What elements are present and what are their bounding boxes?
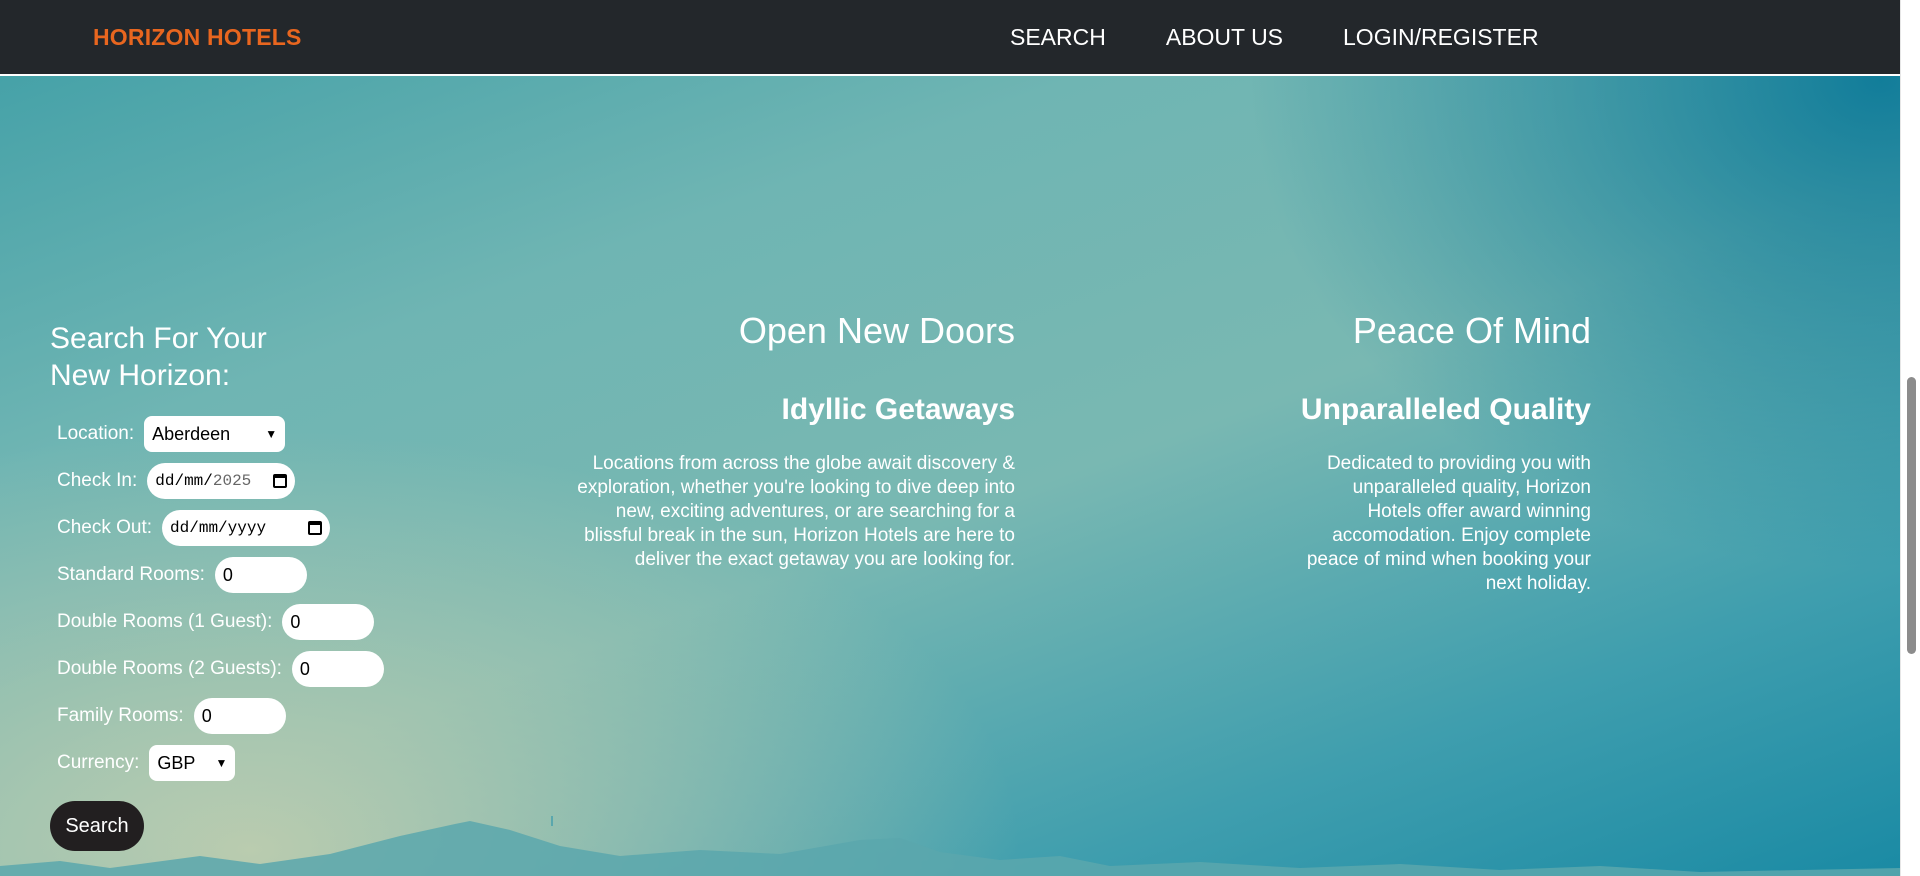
feature-body: Dedicated to providing you with unparall…: [1306, 453, 1591, 594]
search-title: Search For Your New Horizon:: [50, 322, 267, 392]
location-row: Location: Aberdeen ▼: [57, 415, 384, 453]
feature-heading: Peace Of Mind: [1352, 310, 1591, 351]
nav-link-about-us[interactable]: ABOUT US: [1166, 24, 1283, 51]
feature-peace-of-mind: Peace Of Mind Unparalleled Quality Dedic…: [1300, 308, 1591, 596]
feature-subheading: Idyllic Getaways: [781, 393, 1015, 426]
search-button[interactable]: Search: [50, 801, 144, 851]
calendar-icon[interactable]: [273, 474, 288, 488]
scrollbar-thumb[interactable]: [1907, 377, 1916, 654]
double-rooms-1-row: Double Rooms (1 Guest): 0: [57, 603, 384, 641]
brand-logo[interactable]: HORIZON HOTELS: [93, 24, 302, 51]
location-value: Aberdeen: [152, 423, 231, 444]
double-rooms-1-input[interactable]: 0: [282, 604, 375, 640]
feature-subheading: Unparalleled Quality: [1300, 393, 1591, 426]
search-panel: Search For Your New Horizon: Location: A…: [50, 320, 384, 851]
currency-select[interactable]: GBP ▼: [149, 745, 236, 781]
vertical-scrollbar[interactable]: [1900, 0, 1920, 876]
location-select[interactable]: Aberdeen ▼: [144, 416, 286, 452]
nav-links: SEARCH ABOUT US LOGIN/REGISTER: [1010, 24, 1599, 51]
check-in-label: Check In:: [57, 470, 138, 491]
family-rooms-input[interactable]: 0: [193, 698, 286, 734]
calendar-icon[interactable]: [308, 521, 323, 535]
top-navbar: HORIZON HOTELS SEARCH ABOUT US LOGIN/REG…: [0, 0, 1900, 76]
double-rooms-2-row: Double Rooms (2 Guests): 0: [57, 650, 384, 688]
check-in-date-value: dd/mm/2025: [155, 472, 252, 490]
double-rooms-2-label: Double Rooms (2 Guests):: [57, 658, 282, 679]
standard-rooms-row: Standard Rooms: 0: [57, 556, 384, 594]
double-rooms-1-label: Double Rooms (1 Guest):: [57, 611, 273, 632]
nav-link-login-register[interactable]: LOGIN/REGISTER: [1343, 24, 1539, 51]
standard-rooms-input[interactable]: 0: [214, 557, 307, 593]
check-in-date-input[interactable]: dd/mm/2025: [147, 463, 296, 499]
currency-row: Currency: GBP ▼: [57, 744, 384, 782]
chevron-down-icon: ▼: [265, 427, 278, 441]
chevron-down-icon: ▼: [215, 756, 228, 770]
location-label: Location:: [57, 423, 135, 444]
check-out-label: Check Out:: [57, 517, 153, 538]
feature-body: Locations from across the globe await di…: [577, 453, 1015, 570]
feature-heading: Open New Doors: [738, 310, 1015, 351]
nav-link-search[interactable]: SEARCH: [1010, 24, 1106, 51]
standard-rooms-label: Standard Rooms:: [57, 564, 205, 585]
feature-open-new-doors: Open New Doors Idyllic Getaways Location…: [570, 308, 1015, 572]
family-rooms-label: Family Rooms:: [57, 705, 184, 726]
check-in-row: Check In: dd/mm/2025: [57, 462, 384, 500]
check-out-row: Check Out: dd/mm/yyyy: [57, 509, 384, 547]
double-rooms-2-input[interactable]: 0: [291, 651, 384, 687]
currency-label: Currency:: [57, 752, 140, 773]
currency-value: GBP: [157, 752, 196, 773]
family-rooms-row: Family Rooms: 0: [57, 697, 384, 735]
check-out-date-input[interactable]: dd/mm/yyyy: [162, 510, 331, 546]
check-out-date-value: dd/mm/yyyy: [170, 519, 267, 537]
